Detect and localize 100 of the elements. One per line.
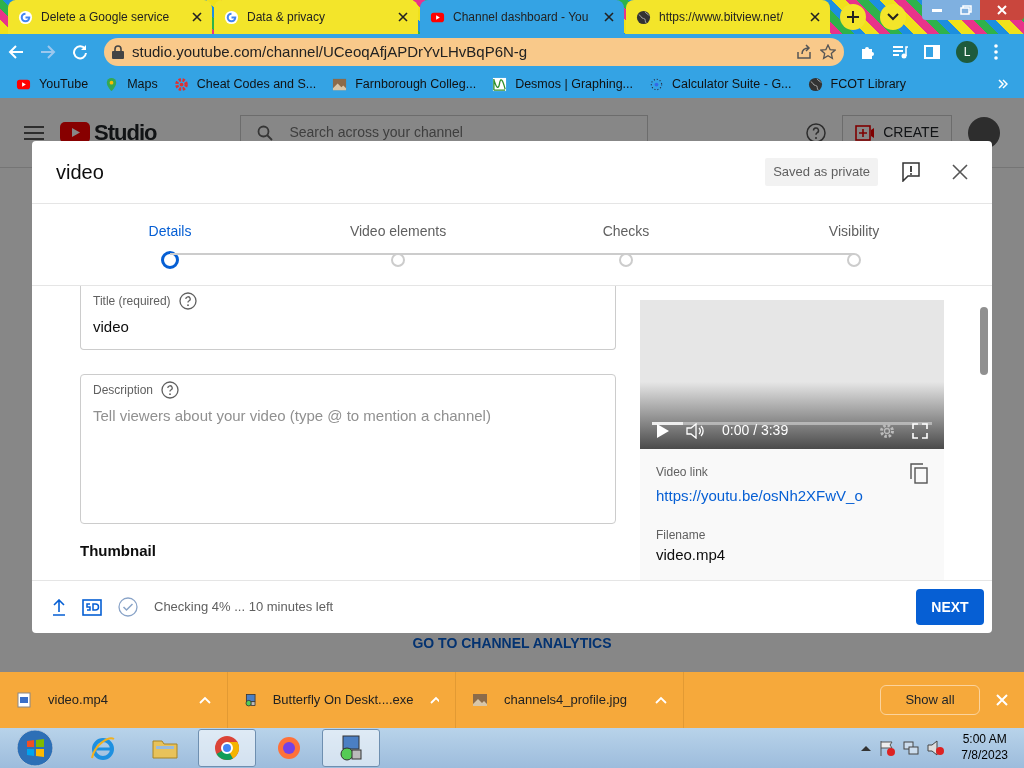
step-dot[interactable] <box>161 251 179 269</box>
globe-icon <box>807 76 823 92</box>
sd-icon <box>82 598 102 616</box>
bookmark[interactable]: Farnborough Colleg... <box>332 74 477 94</box>
installer-icon <box>244 692 257 708</box>
star-icon[interactable] <box>820 44 836 60</box>
muted-speaker-icon[interactable] <box>927 740 946 756</box>
browser-tab[interactable]: https://www.bitview.net/ <box>626 0 830 34</box>
media-icon[interactable] <box>892 44 908 60</box>
step-label[interactable]: Details <box>148 221 192 242</box>
caret-icon[interactable] <box>429 696 439 704</box>
scrollbar-thumb[interactable] <box>980 307 988 375</box>
help-icon[interactable] <box>178 292 197 310</box>
firefox-icon <box>275 734 303 762</box>
title-field[interactable]: Title (required) video <box>80 286 616 350</box>
close-icon[interactable] <box>810 12 820 22</box>
field-label: Description <box>93 382 154 399</box>
create-icon <box>855 124 876 141</box>
plus-icon <box>846 10 860 24</box>
puzzle-icon[interactable] <box>860 44 876 60</box>
search-placeholder: Search across your channel <box>289 123 463 142</box>
lock-icon <box>112 45 124 59</box>
field-value: video <box>93 317 130 337</box>
dotted-circle-icon <box>649 76 665 92</box>
close-icon[interactable] <box>192 12 202 22</box>
installer-icon <box>337 734 365 762</box>
video-player[interactable]: 0:00 / 3:39 <box>640 300 944 449</box>
tray-arrow-icon[interactable] <box>861 745 872 751</box>
analytics-link[interactable]: GO TO CHANNEL ANALYTICS <box>412 633 612 654</box>
description-field[interactable]: Description Tell viewers about your video (type @ to mention a channel) <box>80 374 616 524</box>
minimize-button[interactable] <box>922 0 952 20</box>
taskbar-button[interactable] <box>198 729 256 767</box>
google-icon <box>224 9 239 25</box>
close-icon[interactable] <box>398 12 408 22</box>
check-icon <box>118 597 138 617</box>
help-icon[interactable] <box>161 381 180 399</box>
field-label: Title (required) <box>93 293 171 310</box>
network-icon[interactable] <box>903 740 920 756</box>
flag-icon[interactable] <box>879 740 896 756</box>
browser-tab[interactable]: Delete a Google service <box>8 0 212 34</box>
volume-icon[interactable] <box>686 422 706 439</box>
filename-text: video.mp4 <box>656 544 727 565</box>
video-file-icon <box>16 692 32 708</box>
dialog-title: video <box>56 160 104 185</box>
tab-search-button[interactable] <box>880 4 906 30</box>
back-icon[interactable] <box>8 44 24 60</box>
next-button[interactable]: NEXT <box>916 589 984 625</box>
step-label[interactable]: Checks <box>602 221 650 242</box>
bookmark[interactable]: Calculator Suite - G... <box>649 74 792 94</box>
browser-tab[interactable]: Channel dashboard - You <box>420 0 624 34</box>
field-placeholder: Tell viewers about your video (type @ to mention a channel) <box>93 406 492 426</box>
close-icon[interactable] <box>604 12 614 22</box>
start-button[interactable] <box>16 729 54 767</box>
status-text: Checking 4% ... 10 minutes left <box>154 598 334 617</box>
bookmark[interactable]: Cheat Codes and S... <box>173 74 317 94</box>
step-label[interactable]: Visibility <box>828 221 880 242</box>
caret-icon[interactable] <box>199 696 211 704</box>
copy-icon[interactable] <box>910 463 928 484</box>
fullscreen-icon[interactable] <box>912 422 928 439</box>
url-text: studio.youtube.com/channel/UCeoqAfjAPDrYvLHvBqP6N-g <box>132 41 529 62</box>
caret-icon[interactable] <box>655 696 667 704</box>
graph-icon <box>492 76 508 92</box>
clock-time: 5:00 AM <box>962 732 1007 748</box>
bookmark[interactable]: Maps <box>104 74 158 94</box>
image-icon <box>472 692 488 708</box>
close-window-button[interactable] <box>980 0 1024 20</box>
reload-icon[interactable] <box>72 44 88 60</box>
caret-icon <box>887 13 899 21</box>
help-icon[interactable] <box>806 122 827 143</box>
logo-text: Studio <box>94 119 157 147</box>
field-label: Filename <box>656 526 707 544</box>
hamburger-icon[interactable] <box>24 125 44 140</box>
step-label[interactable]: Video elements <box>349 221 447 242</box>
time-display: 0:00 / 3:39 <box>722 421 789 440</box>
profile-avatar[interactable]: L <box>956 41 978 63</box>
close-icon[interactable] <box>952 164 968 180</box>
bookmark[interactable]: YouTube <box>16 74 89 94</box>
save-status-chip: Saved as private <box>765 158 878 186</box>
taskbar-button[interactable] <box>322 729 380 767</box>
restore-icon <box>960 5 972 15</box>
new-tab-button[interactable] <box>840 4 866 30</box>
side-panel-icon[interactable] <box>924 44 940 60</box>
menu-icon[interactable] <box>994 44 998 60</box>
section-heading: Thumbnail <box>80 541 157 561</box>
chevron-icon[interactable] <box>998 79 1008 89</box>
show-all-button[interactable]: Show all <box>880 685 980 715</box>
play-icon[interactable] <box>656 422 670 439</box>
video-link[interactable]: https://youtu.be/osNh2XFwV_o <box>656 485 910 508</box>
gear-icon <box>173 76 189 92</box>
feedback-icon[interactable] <box>902 162 920 182</box>
bookmark[interactable]: Desmos | Graphing... <box>492 74 634 94</box>
ie-icon <box>89 734 117 762</box>
google-icon <box>18 9 33 25</box>
clock-date: 7/8/2023 <box>961 748 1008 764</box>
browser-tab[interactable]: Data & privacy <box>214 0 418 34</box>
address-bar[interactable]: studio.youtube.com/channel/UCeoqAfjAPDrYvLHvBqP6N-g <box>104 38 844 66</box>
bookmark[interactable]: FCOT Library <box>807 74 906 94</box>
share-icon[interactable] <box>796 44 812 60</box>
globe-icon <box>636 9 651 25</box>
chrome-icon <box>213 734 241 762</box>
